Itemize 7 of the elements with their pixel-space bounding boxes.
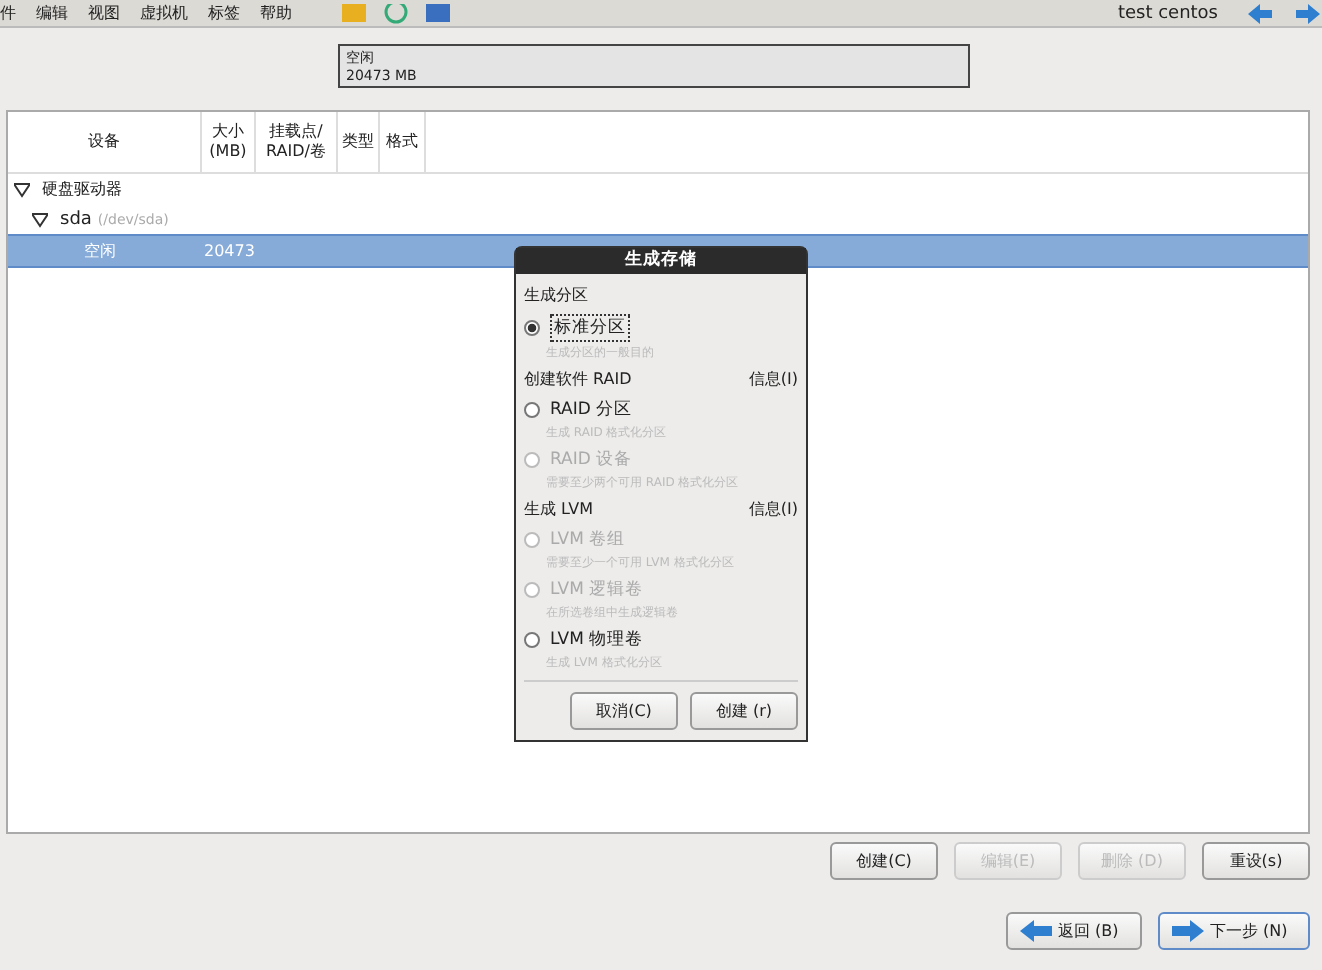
section-heading: 生成分区 — [524, 284, 588, 306]
section-heading: 创建软件 RAID — [524, 368, 632, 390]
table-cell: 20473 — [204, 242, 255, 260]
table-cell-text: 空闲 — [82, 240, 118, 262]
dialog-title: 生成存储 — [516, 248, 806, 274]
section-heading: 生成 LVM — [524, 498, 593, 520]
user-name: test centos — [1117, 3, 1218, 23]
